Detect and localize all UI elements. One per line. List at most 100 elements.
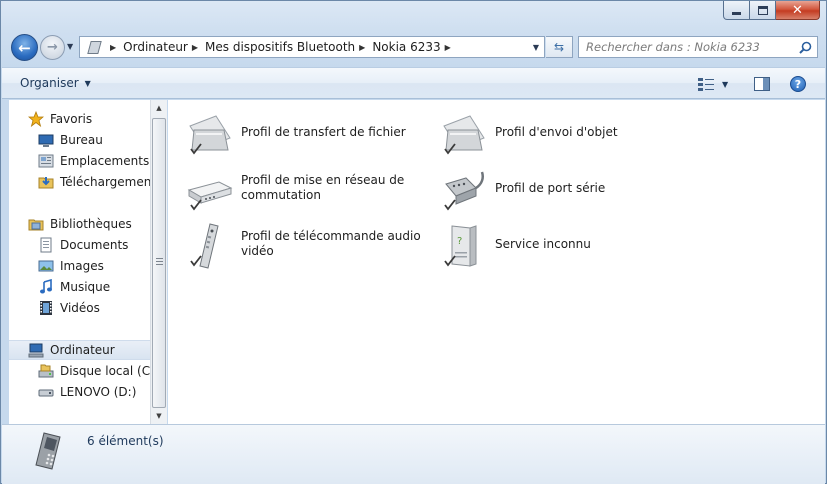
sidebar-item-label: Musique [60,280,111,294]
star-icon [28,111,44,127]
chevron-right-icon[interactable]: ▶ [110,43,116,52]
sidebar-item-emplacements[interactable]: Emplacements ré [38,151,150,171]
check-icon [444,199,456,211]
check-icon [190,143,202,155]
sidebar-item-videos[interactable]: Vidéos [38,298,100,318]
service-item-serial-port[interactable]: Profil de port série [440,166,680,214]
grip-icon [156,258,163,265]
documents-icon [40,237,52,253]
sidebar-item-label: Images [60,259,104,273]
sidebar-item-lenovo[interactable]: LENOVO (D:) [38,382,136,402]
back-button[interactable]: ← [11,34,38,61]
view-details-icon [698,78,714,91]
refresh-button[interactable]: ⇆ [546,36,573,58]
check-icon [444,143,456,155]
search-box[interactable] [578,36,818,58]
downloads-icon [38,177,54,189]
sidebar-item-label: Bibliothèques [50,217,132,231]
service-item-label: Profil de mise en réseau de commutation [241,173,405,202]
chevron-right-icon[interactable]: ▶ [359,43,365,52]
navigation-pane-scrollbar[interactable]: ▲ ▼ [150,100,167,424]
scrollbar-thumb[interactable] [152,118,166,408]
drive-icon [38,389,54,397]
music-icon [40,279,52,294]
service-item-file-transfer[interactable]: Profil de transfert de fichier [186,110,426,158]
sidebar-item-disque-local[interactable]: Disque local (C:) [38,361,150,381]
service-item-dial-up-networking[interactable]: Profil de mise en réseau de commutation [186,166,426,214]
organiser-label: Organiser [20,76,79,90]
scroll-down-icon[interactable]: ▼ [151,408,167,424]
local-disk-icon [38,364,54,378]
maximize-icon [757,5,768,15]
sidebar-item-ordinateur[interactable]: Ordinateur [9,340,150,360]
minimize-button[interactable] [723,1,750,20]
chevron-right-icon[interactable]: ▶ [192,43,198,52]
sidebar-item-telechargements[interactable]: Téléchargements [38,172,150,192]
maximize-button[interactable] [750,1,776,20]
sidebar-item-images[interactable]: Images [38,256,104,276]
close-icon: ✕ [792,2,803,18]
command-bar: Organiser ▼ ▼ ? [2,67,825,99]
breadcrumb-ordinateur[interactable]: Ordinateur [123,40,188,54]
check-icon [444,255,456,267]
chevron-down-icon[interactable]: ▼ [722,80,728,89]
help-icon: ? [794,77,802,91]
content-pane: Profil de transfert de fichier Profil d'… [168,100,825,424]
sidebar-item-bureau[interactable]: Bureau [38,130,103,150]
check-icon [190,255,202,267]
check-icon [190,199,202,211]
chevron-down-icon: ▼ [67,42,74,51]
preview-pane-icon[interactable] [754,77,770,91]
status-bar: 6 élément(s) [2,424,825,484]
scroll-up-icon[interactable]: ▲ [151,100,167,116]
sidebar-item-label: Favoris [50,112,93,126]
close-button[interactable]: ✕ [776,1,820,20]
service-item-object-push[interactable]: Profil d'envoi d'objet [440,110,680,158]
service-item-av-remote[interactable]: Profil de télécommande audio vidéo [186,222,426,270]
sidebar-item-label: Emplacements ré [60,154,150,168]
arrow-left-icon: ← [18,38,31,57]
desktop-icon [38,134,54,147]
sidebar-item-bibliotheques[interactable]: Bibliothèques [28,214,132,234]
history-dropdown-button[interactable]: ▼ [67,43,77,51]
navigation-pane: Favoris Bureau Emplacements ré Télécharg… [9,100,150,424]
recent-places-icon [38,154,54,168]
phone-icon [35,432,61,470]
caption-buttons: ✕ [723,1,820,21]
videos-icon [40,301,52,315]
sidebar-item-label: Téléchargements [60,175,150,189]
refresh-icon: ⇆ [553,40,565,54]
sidebar-item-favoris[interactable]: Favoris [28,109,92,129]
service-item-label: Profil de télécommande audio vidéo [241,229,421,258]
sidebar-item-label: Bureau [60,133,103,147]
change-view-button[interactable]: ▼ [698,77,736,91]
arrow-right-icon: → [47,40,58,55]
forward-button[interactable]: → [40,35,65,60]
sidebar-item-musique[interactable]: Musique [38,277,110,297]
sidebar-item-label: Disque local (C:) [60,364,150,378]
search-input[interactable] [586,40,791,54]
chevron-right-icon[interactable]: ▶ [445,43,451,52]
computer-icon [28,343,44,358]
libraries-icon [28,219,44,231]
service-item-unknown[interactable]: ? Service inconnu [440,222,680,270]
service-item-label: Profil d'envoi d'objet [495,125,618,139]
breadcrumb-nokia[interactable]: Nokia 6233 [372,40,440,54]
images-icon [38,260,54,272]
address-bar[interactable]: ▶ Ordinateur ▶ Mes dispositifs Bluetooth… [79,36,545,58]
minimize-icon [732,11,741,15]
sidebar-item-label: Vidéos [60,301,100,315]
sidebar-item-documents[interactable]: Documents [38,235,128,255]
breadcrumb-bluetooth-devices[interactable]: Mes dispositifs Bluetooth [205,40,355,54]
sidebar-item-label: Documents [60,238,129,252]
item-count: 6 élément(s) [87,434,164,448]
service-item-label: Profil de transfert de fichier [241,125,406,139]
svg-text:?: ? [457,236,462,247]
service-item-label: Service inconnu [495,237,591,251]
organiser-button[interactable]: Organiser ▼ [20,76,91,90]
help-button[interactable]: ? [790,76,806,92]
search-icon[interactable] [799,41,812,54]
chevron-down-icon: ▼ [84,78,91,88]
address-dropdown-icon[interactable]: ▼ [528,43,544,52]
sidebar-item-label: Ordinateur [50,343,115,357]
